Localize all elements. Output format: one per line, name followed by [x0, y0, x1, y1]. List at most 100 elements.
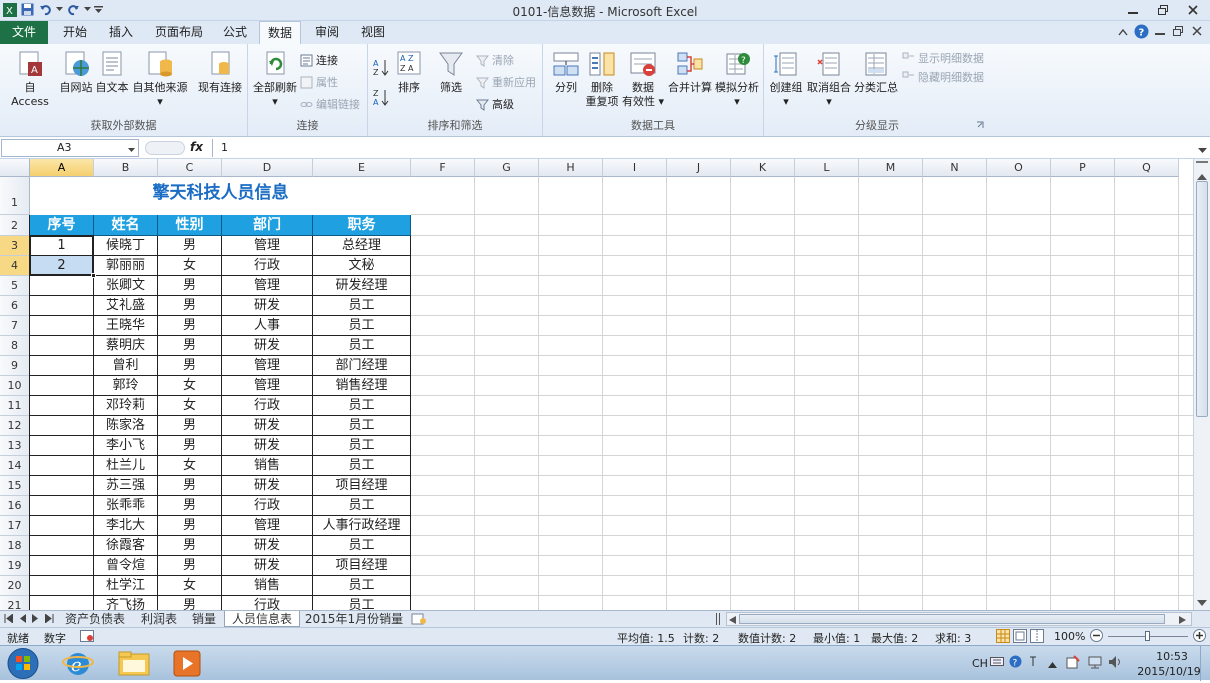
tab-page-layout[interactable]: 页面布局	[148, 21, 210, 44]
help-icon[interactable]: ?	[1134, 24, 1149, 42]
reapply-button[interactable]: 重新应用	[476, 74, 536, 90]
table-cell[interactable]: 研发	[222, 416, 313, 436]
page-break-view-icon[interactable]	[1030, 629, 1044, 646]
table-cell[interactable]: 项目经理	[313, 476, 411, 496]
network-icon[interactable]	[1088, 655, 1102, 672]
tab-split-handle[interactable]	[716, 613, 720, 625]
clear-filter-button[interactable]: 清除	[476, 52, 514, 68]
show-hidden-icons-icon[interactable]	[1048, 658, 1057, 671]
show-desktop-button[interactable]	[1200, 646, 1210, 681]
input-language[interactable]: CH	[972, 657, 988, 670]
table-cell[interactable]: 李小飞	[94, 436, 158, 456]
row-header[interactable]: 14	[0, 456, 30, 476]
macro-record-icon[interactable]	[80, 630, 94, 645]
table-cell[interactable]: 行政	[222, 596, 313, 610]
row-header[interactable]: 11	[0, 396, 30, 416]
table-cell[interactable]: 曾令煊	[94, 556, 158, 576]
advanced-filter-button[interactable]: 高级	[476, 96, 514, 112]
properties-button[interactable]: 属性	[300, 74, 338, 90]
formula-bar-resize-handle[interactable]	[145, 141, 185, 155]
column-header[interactable]: A	[30, 159, 94, 177]
row-header[interactable]: 7	[0, 316, 30, 336]
table-cell[interactable]: 管理	[222, 356, 313, 376]
table-cell[interactable]: 研发	[222, 556, 313, 576]
table-cell[interactable]: 齐飞扬	[94, 596, 158, 610]
row-header[interactable]: 17	[0, 516, 30, 536]
table-cell[interactable]: 女	[158, 396, 222, 416]
table-cell[interactable]: 销售	[222, 456, 313, 476]
table-cell[interactable]: 邓玲莉	[94, 396, 158, 416]
keyboard-icon[interactable]	[990, 655, 1004, 670]
zoom-out-icon[interactable]	[1090, 629, 1103, 645]
table-cell[interactable]: 男	[158, 276, 222, 296]
table-cell[interactable]	[30, 516, 94, 536]
dialog-launcher-icon[interactable]	[976, 119, 984, 132]
row-header[interactable]: 9	[0, 356, 30, 376]
from-text-button[interactable]: 自文本	[95, 50, 129, 95]
filter-button[interactable]: 筛选	[436, 50, 466, 95]
table-cell[interactable]: 员工	[313, 576, 411, 596]
column-header[interactable]: B	[94, 159, 158, 177]
table-cell[interactable]: 研发	[222, 536, 313, 556]
refresh-all-button[interactable]: 全部刷新 ▾	[252, 50, 298, 109]
last-sheet-icon[interactable]	[45, 614, 54, 623]
table-cell[interactable]	[30, 276, 94, 296]
table-cell[interactable]: 管理	[222, 376, 313, 396]
table-cell[interactable]	[30, 576, 94, 596]
table-cell[interactable]: 张乖乖	[94, 496, 158, 516]
insert-function-icon[interactable]: fx	[190, 140, 203, 154]
row-header[interactable]: 20	[0, 576, 30, 596]
data-validation-button[interactable]: 数据 有效性 ▾	[621, 50, 665, 109]
table-cell[interactable]: 行政	[222, 396, 313, 416]
table-cell[interactable]: 研发经理	[313, 276, 411, 296]
column-header[interactable]: C	[158, 159, 222, 177]
row-header[interactable]: 3	[0, 236, 30, 256]
column-header[interactable]: F	[411, 159, 475, 177]
column-header[interactable]: I	[603, 159, 667, 177]
row-header[interactable]: 15	[0, 476, 30, 496]
connections-button[interactable]: 连接	[300, 52, 338, 68]
table-cell[interactable]: 管理	[222, 236, 313, 256]
action-center-icon[interactable]	[1066, 655, 1080, 672]
restore-button[interactable]	[1150, 1, 1176, 19]
table-cell[interactable]: 项目经理	[313, 556, 411, 576]
page-layout-view-icon[interactable]	[1013, 629, 1027, 646]
table-cell[interactable]	[30, 456, 94, 476]
table-cell[interactable]: 徐霞客	[94, 536, 158, 556]
table-cell[interactable]: 杜兰儿	[94, 456, 158, 476]
remove-duplicates-button[interactable]: 删除 重复项	[585, 50, 619, 109]
column-header[interactable]: P	[1051, 159, 1115, 177]
table-cell[interactable]: 员工	[313, 336, 411, 356]
tab-view[interactable]: 视图	[354, 21, 392, 44]
workbook-restore-icon[interactable]	[1173, 26, 1183, 39]
folder-icon[interactable]	[117, 650, 151, 680]
sort-descending-button[interactable]: ZA	[373, 88, 389, 106]
table-cell[interactable]: 部门经理	[313, 356, 411, 376]
table-cell[interactable]	[30, 536, 94, 556]
table-cell[interactable]: 行政	[222, 256, 313, 276]
table-cell[interactable]	[30, 296, 94, 316]
table-cell[interactable]: 男	[158, 296, 222, 316]
table-cell[interactable]: 男	[158, 356, 222, 376]
table-cell[interactable]: 研发	[222, 436, 313, 456]
row-header[interactable]: 8	[0, 336, 30, 356]
table-cell[interactable]: 管理	[222, 276, 313, 296]
from-other-sources-button[interactable]: 自其他来源 ▾	[130, 50, 190, 109]
table-cell[interactable]: 销售	[222, 576, 313, 596]
formula-input[interactable]: 1	[212, 139, 1196, 157]
sort-button[interactable]: A ZZ A 排序	[394, 50, 424, 95]
table-cell[interactable]: 男	[158, 336, 222, 356]
column-header[interactable]: O	[987, 159, 1051, 177]
table-cell[interactable]: 行政	[222, 496, 313, 516]
table-cell[interactable]: 员工	[313, 436, 411, 456]
tab-data[interactable]: 数据	[259, 21, 301, 44]
tab-home[interactable]: 开始	[56, 21, 94, 44]
table-cell[interactable]: 男	[158, 536, 222, 556]
tab-file[interactable]: 文件	[0, 21, 48, 44]
table-cell[interactable]: 曾利	[94, 356, 158, 376]
table-cell[interactable]: 艾礼盛	[94, 296, 158, 316]
table-cell[interactable]: 2	[30, 256, 94, 276]
zoom-slider-thumb[interactable]	[1145, 631, 1150, 641]
table-cell[interactable]: 苏三强	[94, 476, 158, 496]
sort-ascending-button[interactable]: AZ	[373, 58, 389, 76]
